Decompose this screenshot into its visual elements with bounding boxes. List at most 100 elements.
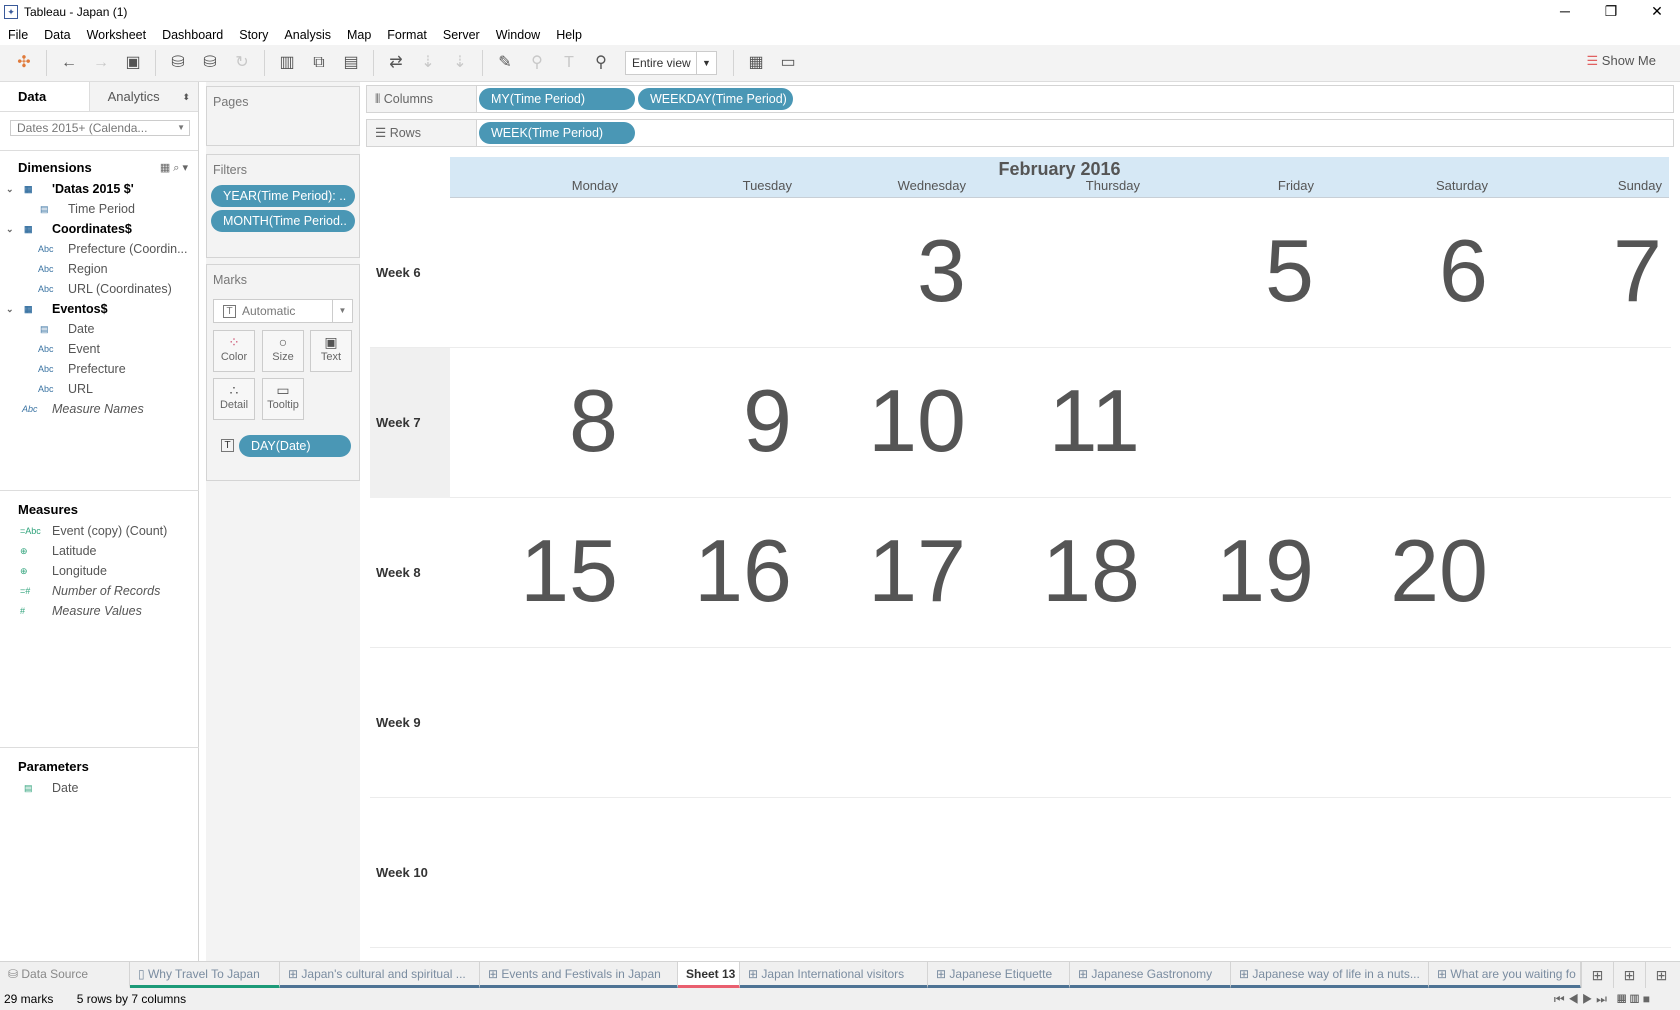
swap-button[interactable]: ⇄ — [384, 51, 408, 75]
weekday-header[interactable]: Friday — [1146, 178, 1320, 193]
new-worksheet-button[interactable]: ▥ — [275, 51, 299, 75]
menu-help[interactable]: Help — [556, 28, 582, 42]
day-number-mark[interactable]: 11 — [972, 376, 1146, 466]
weekday-header[interactable]: Sunday — [1494, 178, 1668, 193]
dimension-field[interactable]: Abc Measure Names — [0, 399, 198, 419]
menu-data[interactable]: Data — [44, 28, 70, 42]
minimize-button[interactable]: ─ — [1542, 0, 1588, 24]
column-pill-weekday[interactable]: WEEKDAY(Time Period) — [638, 88, 793, 110]
sheet-tab[interactable]: ⊞ Japan's cultural and spiritual ... — [280, 962, 480, 989]
columns-shelf[interactable]: ⫴ Columns MY(Time Period) WEEKDAY(Time P… — [366, 85, 1674, 113]
day-number-mark[interactable]: 8 — [450, 376, 624, 466]
day-number-mark[interactable]: 9 — [624, 376, 798, 466]
dimension-field[interactable]: ▤ Date — [0, 319, 198, 339]
sheet-tab[interactable]: ⊞ Japanese Etiquette — [928, 962, 1070, 989]
close-button[interactable]: ✕ — [1634, 0, 1680, 24]
datasource-select[interactable]: Dates 2015+ (Calenda... ▼ — [10, 120, 190, 136]
day-number-mark[interactable]: 10 — [798, 376, 972, 466]
day-number-mark[interactable]: 7 — [1494, 226, 1668, 316]
dimension-field[interactable]: ⌄ ▦ 'Datas 2015 $' — [0, 179, 198, 199]
tooltip-button[interactable]: ▭ Tooltip — [262, 378, 304, 420]
weekday-header[interactable]: Thursday — [972, 178, 1146, 193]
sheet-tab[interactable]: Sheet 13 — [678, 962, 740, 989]
new-story-tab-button[interactable]: ⊞ — [1645, 962, 1677, 989]
sheet-tab[interactable]: ⊞ Japan International visitors — [740, 962, 928, 989]
menu-file[interactable]: File — [8, 28, 28, 42]
week-row-header[interactable]: Week 6 — [370, 198, 450, 348]
labels-icon[interactable]: T — [557, 51, 581, 75]
new-worksheet-tab-button[interactable]: ⊞ — [1581, 962, 1613, 989]
week-row-header[interactable]: Week 8 — [370, 498, 450, 648]
tab-data[interactable]: Data — [0, 82, 89, 111]
dimension-field[interactable]: Abc Prefecture (Coordin... — [0, 239, 198, 259]
sheet-tab[interactable]: ⛁ Data Source — [0, 962, 130, 989]
pin-icon[interactable]: ⚲ — [589, 51, 613, 75]
weekday-header[interactable]: Tuesday — [624, 178, 798, 193]
group-icon[interactable]: ⚲ — [525, 51, 549, 75]
undo-button[interactable]: ← — [57, 51, 81, 75]
clear-sheet-button[interactable]: ▤ — [339, 51, 363, 75]
column-pill-my[interactable]: MY(Time Period) — [479, 88, 635, 110]
menu-map[interactable]: Map — [347, 28, 371, 42]
measure-field[interactable]: ⊕ Longitude — [0, 561, 199, 581]
measure-field[interactable]: ⊕ Latitude — [0, 541, 199, 561]
dimension-tools-icon[interactable]: ▦ ⌕ ▾ — [160, 157, 188, 179]
sheet-tab[interactable]: ▯ Why Travel To Japan — [130, 962, 280, 989]
dimension-field[interactable]: ⌄ ▦ Coordinates$ — [0, 219, 198, 239]
day-number-mark[interactable]: 17 — [798, 526, 972, 616]
weekday-header[interactable]: Monday — [450, 178, 624, 193]
tableau-home-icon[interactable]: ✣ — [12, 51, 36, 75]
chevron-down-icon[interactable]: ⌄ — [6, 219, 14, 239]
detail-button[interactable]: ∴ Detail — [213, 378, 255, 420]
filter-pill-month[interactable]: MONTH(Time Period.. — [211, 210, 355, 232]
menu-format[interactable]: Format — [387, 28, 427, 42]
show-cards-button[interactable]: ▦ — [744, 51, 768, 75]
refresh-button[interactable]: ↻ — [230, 51, 254, 75]
dimension-field[interactable]: Abc Prefecture — [0, 359, 198, 379]
weekday-header[interactable]: Saturday — [1320, 178, 1494, 193]
sheet-tab[interactable]: ⊞ Japanese Gastronomy — [1070, 962, 1231, 989]
sheet-tab[interactable]: ⊞ Japanese way of life in a nuts... — [1231, 962, 1429, 989]
dimension-field[interactable]: ▤ Time Period — [0, 199, 198, 219]
day-number-mark[interactable]: 18 — [972, 526, 1146, 616]
sort-asc-button[interactable]: ⇣ — [416, 51, 440, 75]
day-number-mark[interactable]: 16 — [624, 526, 798, 616]
parameter-date[interactable]: ▤ Date — [0, 778, 199, 798]
day-number-mark[interactable]: 3 — [798, 226, 972, 316]
dimension-field[interactable]: Abc Event — [0, 339, 198, 359]
new-dashboard-tab-button[interactable]: ⊞ — [1613, 962, 1645, 989]
tab-analytics[interactable]: Analytics ⬍ — [88, 82, 198, 111]
day-number-mark[interactable]: 15 — [450, 526, 624, 616]
dimension-field[interactable]: Abc Region — [0, 259, 198, 279]
dimension-field[interactable]: Abc URL — [0, 379, 198, 399]
rows-shelf[interactable]: ☰ Rows WEEK(Time Period) — [366, 119, 1674, 147]
highlight-icon[interactable]: ✎ — [493, 51, 517, 75]
pause-updates-button[interactable]: ⛁ — [198, 51, 222, 75]
save-button[interactable]: ▣ — [121, 51, 145, 75]
dimension-field[interactable]: Abc URL (Coordinates) — [0, 279, 198, 299]
day-number-mark[interactable]: 19 — [1146, 526, 1320, 616]
chevron-down-icon[interactable]: ⌄ — [6, 299, 14, 319]
filters-card[interactable]: Filters YEAR(Time Period): .. MONTH(Time… — [206, 154, 360, 258]
mark-type-select[interactable]: T Automatic ▼ — [213, 299, 353, 323]
day-number-mark[interactable]: 6 — [1320, 226, 1494, 316]
menu-dashboard[interactable]: Dashboard — [162, 28, 223, 42]
menu-server[interactable]: Server — [443, 28, 480, 42]
sheet-nav-icons[interactable]: ⏮ ◀ ▶ ⏭ ▦ ▥ ■ — [1554, 988, 1650, 1010]
fit-select[interactable]: Entire view ▼ — [625, 51, 717, 75]
pages-card[interactable]: Pages — [206, 86, 360, 146]
menu-analysis[interactable]: Analysis — [284, 28, 331, 42]
measure-field[interactable]: =# Number of Records — [0, 581, 199, 601]
filter-pill-year[interactable]: YEAR(Time Period): .. — [211, 185, 355, 207]
weekday-header[interactable]: Wednesday — [798, 178, 972, 193]
row-pill-week[interactable]: WEEK(Time Period) — [479, 122, 635, 144]
menu-window[interactable]: Window — [496, 28, 540, 42]
color-button[interactable]: ⁘ Color — [213, 330, 255, 372]
sheet-tab[interactable]: ⊞ Events and Festivals in Japan — [480, 962, 678, 989]
sort-desc-button[interactable]: ⇣ — [448, 51, 472, 75]
mark-pill-day-date[interactable]: DAY(Date) — [239, 435, 351, 457]
duplicate-sheet-button[interactable]: ⧉ — [307, 51, 331, 75]
menu-worksheet[interactable]: Worksheet — [87, 28, 147, 42]
day-number-mark[interactable]: 20 — [1320, 526, 1494, 616]
week-row-header[interactable]: Week 7 — [370, 348, 450, 498]
